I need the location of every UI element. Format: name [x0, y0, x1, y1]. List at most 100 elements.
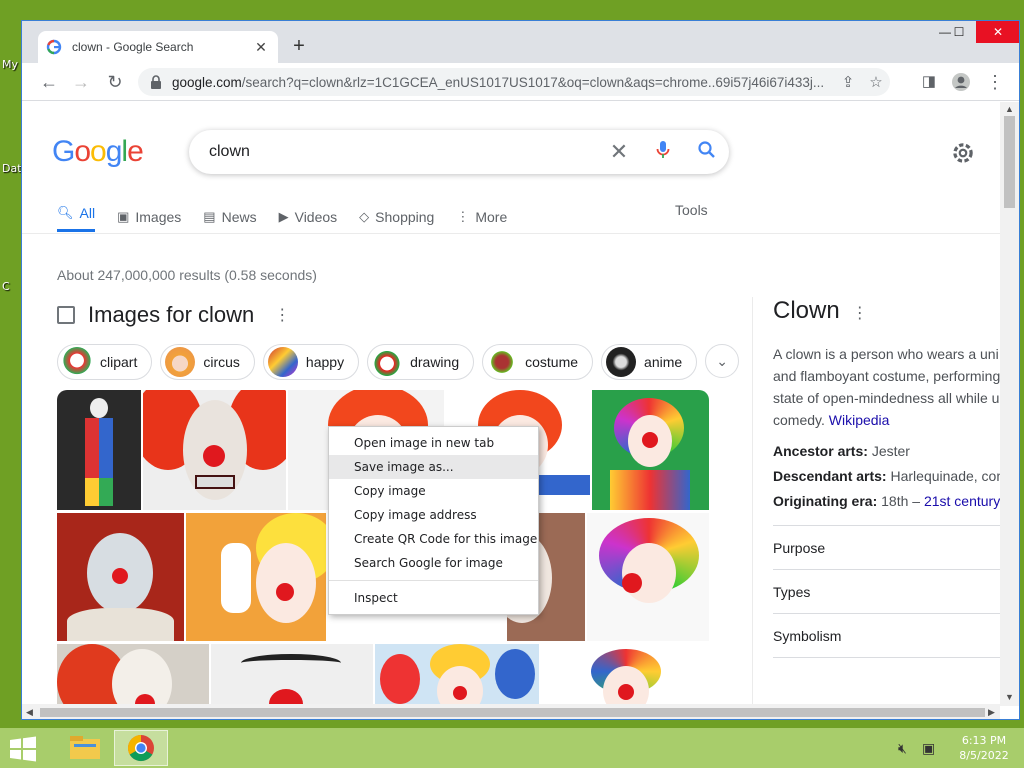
close-window-button[interactable]: ✕	[976, 21, 1019, 43]
tab-news[interactable]: ▤ News	[203, 202, 256, 232]
search-input[interactable]: clown	[209, 143, 597, 161]
kp-row-purpose[interactable]: Purpose	[773, 525, 1000, 569]
chip-thumbnail	[62, 347, 92, 377]
menu-kebab-icon[interactable]: ⋮	[982, 69, 1008, 95]
back-arrow-icon[interactable]: ←	[36, 69, 62, 95]
share-icon[interactable]: ⇪	[834, 73, 862, 91]
tab-label: Videos	[294, 209, 338, 225]
wikipedia-link[interactable]: Wikipedia	[829, 412, 890, 428]
tab-active[interactable]: clown - Google Search ✕	[38, 31, 278, 63]
fact-value[interactable]: Harlequinade, com	[890, 468, 1000, 484]
file-explorer-icon[interactable]	[58, 730, 112, 766]
result-stats: About 247,000,000 results (0.58 seconds)	[57, 267, 317, 283]
desktop-icon-label[interactable]: C	[2, 280, 10, 293]
lock-icon	[151, 75, 161, 89]
image-result[interactable]	[57, 390, 141, 510]
clear-icon[interactable]: ✕	[597, 139, 641, 165]
bookmark-star-icon[interactable]: ☆	[862, 73, 890, 91]
system-clock[interactable]: 6:13 PM 8/5/2022	[948, 733, 1020, 763]
tab-all[interactable]: 🔍︎ All	[57, 202, 96, 232]
image-result[interactable]	[592, 390, 709, 510]
kp-fact-descendant: Descendant arts: Harlequinade, com	[773, 468, 1000, 484]
kp-title: Clown ⋮	[773, 297, 1000, 325]
chip-label: drawing	[410, 354, 460, 370]
tab-close-icon[interactable]: ✕	[252, 39, 270, 56]
kp-row-types[interactable]: Types	[773, 569, 1000, 613]
knowledge-panel: Clown ⋮ A clown is a person who wears a u…	[773, 297, 1000, 701]
image-result[interactable]	[375, 644, 539, 704]
fact-label: Ancestor arts:	[773, 443, 868, 459]
image-icon: ▣	[117, 209, 130, 224]
image-result[interactable]	[211, 644, 373, 704]
tabs-divider	[22, 233, 1000, 234]
side-panel-icon[interactable]: ◨	[916, 69, 942, 95]
menu-open-image-new-tab[interactable]: Open image in new tab	[329, 431, 538, 455]
chrome-icon[interactable]	[114, 730, 168, 766]
more-options-icon[interactable]: ⋮	[852, 305, 868, 322]
desktop-icon-label[interactable]: Dat	[2, 162, 22, 175]
menu-inspect[interactable]: Inspect	[329, 586, 538, 610]
mic-icon[interactable]	[641, 140, 685, 165]
chip-anime[interactable]: anime	[601, 344, 698, 380]
chip-thumbnail	[487, 347, 518, 377]
url-host: google.com	[172, 74, 242, 90]
settings-gear-icon[interactable]	[950, 140, 976, 166]
volume-muted-icon[interactable]: 🔇︎	[898, 740, 907, 757]
search-results-page: Google clown ✕ 🔍︎ All ▣ Images ▤ News ▶ Vide…	[22, 102, 1000, 704]
image-result[interactable]	[186, 513, 326, 641]
chip-thumbnail	[165, 347, 196, 377]
scroll-left-arrow-icon[interactable]: ◀	[26, 707, 33, 718]
scroll-right-arrow-icon[interactable]: ▶	[988, 707, 995, 718]
reload-icon[interactable]: ↻	[102, 69, 128, 95]
chip-happy[interactable]: happy	[262, 344, 360, 380]
tools-button[interactable]: Tools	[675, 202, 708, 218]
image-result[interactable]	[541, 644, 709, 704]
menu-copy-image-address[interactable]: Copy image address	[329, 503, 538, 527]
forward-arrow-icon[interactable]: →	[68, 69, 94, 95]
chevron-down-icon[interactable]: ⌄	[705, 344, 740, 378]
image-result[interactable]	[57, 644, 209, 704]
kp-desc-end: comedy.	[773, 412, 825, 428]
scrollbar-thumb[interactable]	[40, 708, 985, 717]
new-tab-button[interactable]: +	[287, 34, 311, 58]
kp-row-symbolism[interactable]: Symbolism	[773, 613, 1000, 657]
tab-images[interactable]: ▣ Images	[117, 202, 181, 232]
images-section-title[interactable]: Images for clown	[88, 302, 254, 328]
context-menu: Open image in new tab Save image as... C…	[328, 426, 539, 615]
menu-create-qr-code[interactable]: Create QR Code for this image	[329, 527, 538, 551]
chip-costume[interactable]: costume	[482, 344, 594, 380]
address-bar[interactable]: google.com/search?q=clown&rlz=1C1GCEA_en…	[138, 68, 890, 96]
chip-circus[interactable]: circus	[160, 344, 255, 380]
tab-shopping[interactable]: ◇ Shopping	[359, 202, 434, 232]
menu-copy-image[interactable]: Copy image	[329, 479, 538, 503]
maximize-button[interactable]: ☐	[944, 21, 974, 43]
google-logo[interactable]: Google	[52, 135, 144, 169]
menu-search-google-for-image[interactable]: Search Google for image	[329, 551, 538, 575]
horizontal-scrollbar[interactable]: ◀ ▶	[22, 704, 1000, 719]
scroll-up-arrow-icon[interactable]: ▲	[1005, 104, 1014, 114]
chip-clipart[interactable]: clipart	[57, 344, 153, 380]
video-icon: ▶	[278, 209, 289, 224]
image-result[interactable]	[587, 513, 709, 641]
image-result[interactable]	[143, 390, 286, 510]
kp-desc-line: and flamboyant costume, performing	[773, 368, 1000, 384]
chip-thumbnail	[372, 347, 403, 377]
vertical-scrollbar[interactable]: ▲ ▼	[1000, 102, 1019, 706]
chip-label: happy	[305, 354, 345, 370]
desktop-icon-label[interactable]: My	[2, 58, 18, 71]
fact-value[interactable]: Jester	[872, 443, 910, 459]
menu-save-image-as[interactable]: Save image as...	[329, 455, 538, 479]
scrollbar-thumb[interactable]	[1004, 116, 1015, 208]
search-submit-icon[interactable]	[685, 140, 729, 165]
more-options-icon[interactable]: ⋮	[274, 305, 290, 325]
windows-start-icon[interactable]	[8, 736, 38, 762]
era-link[interactable]: 21st century	[924, 493, 1000, 509]
tab-videos[interactable]: ▶ Videos	[279, 202, 338, 232]
network-icon[interactable]: ▣	[922, 740, 935, 757]
chip-drawing[interactable]: drawing	[367, 344, 475, 380]
image-result[interactable]	[57, 513, 184, 641]
scroll-down-arrow-icon[interactable]: ▼	[1005, 692, 1014, 702]
tab-more[interactable]: ⋮ More	[456, 202, 507, 232]
profile-avatar-icon[interactable]	[948, 69, 974, 95]
search-box[interactable]: clown ✕	[189, 130, 729, 174]
